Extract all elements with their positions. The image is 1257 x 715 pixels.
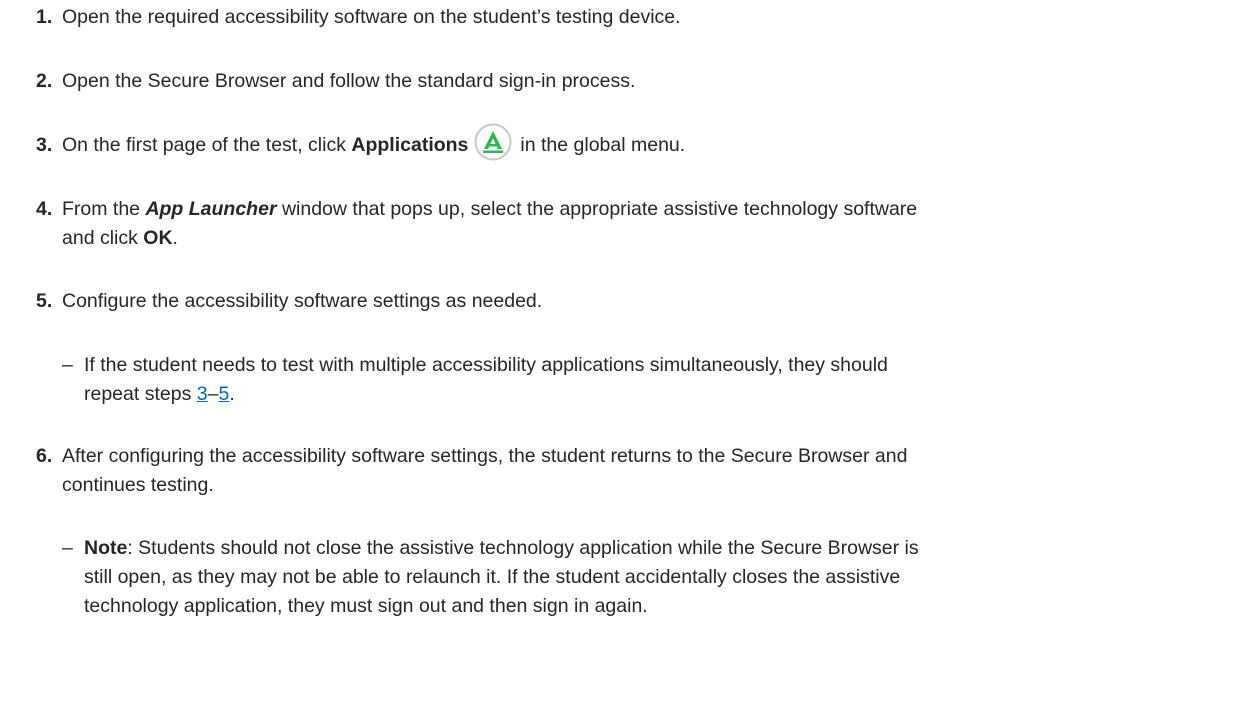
- range-dash: –: [207, 383, 219, 405]
- step-text-line2: and click: [62, 227, 144, 249]
- subitem-text: If the student needs to test with multip…: [84, 351, 1234, 409]
- note-text: Note: Students should not close the assi…: [84, 534, 1234, 621]
- subitem-line2-before: repeat steps: [84, 383, 197, 405]
- bullet-dash: –: [62, 354, 73, 376]
- step-5-link[interactable]: 5: [218, 383, 229, 405]
- step-number: 1.: [36, 6, 53, 28]
- note-label: Note: [84, 537, 128, 559]
- step-3-link[interactable]: 3: [197, 383, 208, 405]
- note-line3: technology application, they must sign o…: [84, 595, 648, 617]
- step-text-mid: window that pops up, select the appropri…: [276, 198, 918, 220]
- step-number: 4.: [36, 198, 53, 220]
- step-text-line1: After configuring the accessibility soft…: [62, 445, 908, 467]
- subitem-line1: If the student needs to test with multip…: [84, 354, 888, 376]
- step-text: Open the required accessibility software…: [62, 6, 681, 28]
- applications-label: Applications: [351, 134, 469, 157]
- step-text: After configuring the accessibility soft…: [62, 442, 1252, 500]
- step-text-before: On the first page of the test, click: [62, 134, 352, 157]
- bullet-dash: –: [62, 537, 73, 559]
- subitem-line2-after: .: [229, 383, 235, 405]
- note-line2: still open, as they may not be able to r…: [84, 566, 901, 588]
- step-text-after: .: [172, 227, 178, 249]
- step-text: Configure the accessibility software set…: [62, 290, 543, 312]
- step-text-line2: continues testing.: [62, 474, 214, 496]
- step-number: 5.: [36, 290, 53, 312]
- step-text: From the App Launcher window that pops u…: [62, 195, 1252, 253]
- step-text: Open the Secure Browser and follow the s…: [62, 70, 636, 92]
- step-number: 2.: [36, 70, 53, 92]
- step-text-after: in the global menu.: [520, 134, 686, 157]
- app-launcher-label: App Launcher: [145, 198, 277, 220]
- app-launcher-icon: [474, 123, 512, 161]
- step-text: On the first page of the test, click App…: [62, 123, 1252, 161]
- step-number: 3.: [36, 134, 53, 156]
- step-number: 6.: [36, 445, 53, 467]
- step-text-before: From the: [62, 198, 146, 220]
- note-line1: : Students should not close the assistiv…: [127, 537, 919, 559]
- ok-label: OK: [143, 227, 173, 249]
